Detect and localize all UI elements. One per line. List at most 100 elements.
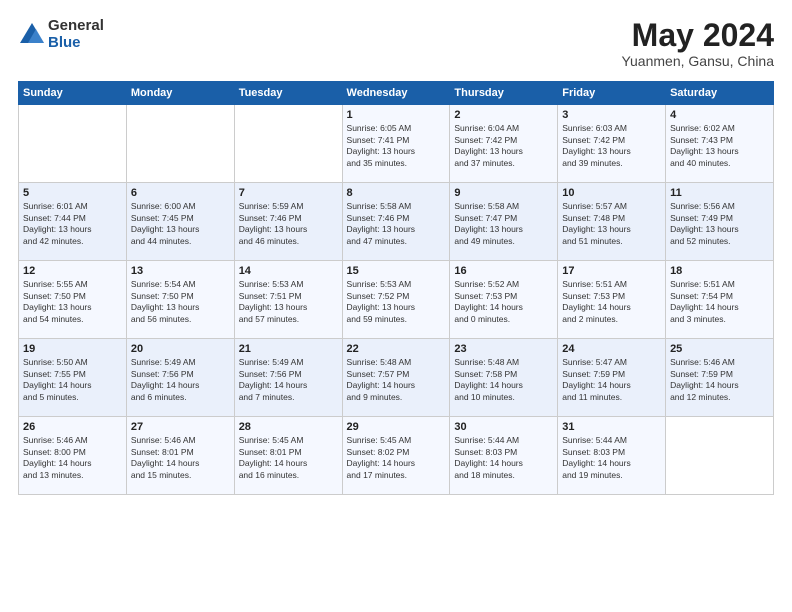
day-info: Sunrise: 5:48 AM Sunset: 7:58 PM Dayligh… <box>454 357 553 403</box>
col-wednesday: Wednesday <box>342 82 450 105</box>
col-tuesday: Tuesday <box>234 82 342 105</box>
day-number: 21 <box>239 343 338 355</box>
calendar-cell: 16 Sunrise: 5:52 AM Sunset: 7:53 PM Dayli… <box>450 261 558 339</box>
calendar-cell: 7 Sunrise: 5:59 AM Sunset: 7:46 PM Daylig… <box>234 183 342 261</box>
day-number: 31 <box>562 421 661 433</box>
calendar-cell: 27Sunrise: 5:46 AM Sunset: 8:01 PM Dayli… <box>126 417 234 495</box>
day-number: 24 <box>562 343 661 355</box>
calendar-week-4: 19 Sunrise: 5:50 AM Sunset: 7:55 PM Dayli… <box>19 339 774 417</box>
day-info: Sunrise: 5:44 AM Sunset: 8:03 PM Dayligh… <box>454 435 553 481</box>
day-number: 22 <box>347 343 446 355</box>
day-info: Sunrise: 5:57 AM Sunset: 7:48 PM Dayligh… <box>562 201 661 247</box>
day-number: 9 <box>454 187 553 199</box>
col-sunday: Sunday <box>19 82 127 105</box>
day-number: 17 <box>562 265 661 277</box>
day-info: Sunrise: 6:05 AM Sunset: 7:41 PM Dayligh… <box>347 123 446 169</box>
calendar-cell: 4 Sunrise: 6:02 AM Sunset: 7:43 PM Daylig… <box>666 105 774 183</box>
day-number: 16 <box>454 265 553 277</box>
day-number: 18 <box>670 265 769 277</box>
day-info: Sunrise: 5:58 AM Sunset: 7:47 PM Dayligh… <box>454 201 553 247</box>
day-number: 2 <box>454 109 553 121</box>
day-info: Sunrise: 5:58 AM Sunset: 7:46 PM Dayligh… <box>347 201 446 247</box>
day-number: 30 <box>454 421 553 433</box>
calendar-cell <box>666 417 774 495</box>
calendar-cell: 22 Sunrise: 5:48 AM Sunset: 7:57 PM Dayli… <box>342 339 450 417</box>
calendar-cell <box>126 105 234 183</box>
calendar-cell: 12 Sunrise: 5:55 AM Sunset: 7:50 PM Dayli… <box>19 261 127 339</box>
calendar-page: General Blue May 2024 Yuanmen, Gansu, Ch… <box>0 0 792 612</box>
col-monday: Monday <box>126 82 234 105</box>
calendar-cell <box>234 105 342 183</box>
day-info: Sunrise: 5:47 AM Sunset: 7:59 PM Dayligh… <box>562 357 661 403</box>
day-info: Sunrise: 5:46 AM Sunset: 8:00 PM Dayligh… <box>23 435 122 481</box>
calendar-subtitle: Yuanmen, Gansu, China <box>621 53 774 69</box>
col-friday: Friday <box>558 82 666 105</box>
calendar-title: May 2024 <box>621 18 774 53</box>
calendar-week-1: 1 Sunrise: 6:05 AM Sunset: 7:41 PM Daylig… <box>19 105 774 183</box>
calendar-cell: 5 Sunrise: 6:01 AM Sunset: 7:44 PM Daylig… <box>19 183 127 261</box>
day-info: Sunrise: 5:51 AM Sunset: 7:53 PM Dayligh… <box>562 279 661 325</box>
day-info: Sunrise: 5:59 AM Sunset: 7:46 PM Dayligh… <box>239 201 338 247</box>
day-info: Sunrise: 6:04 AM Sunset: 7:42 PM Dayligh… <box>454 123 553 169</box>
day-number: 20 <box>131 343 230 355</box>
day-info: Sunrise: 5:49 AM Sunset: 7:56 PM Dayligh… <box>131 357 230 403</box>
calendar-cell: 19 Sunrise: 5:50 AM Sunset: 7:55 PM Dayli… <box>19 339 127 417</box>
calendar-table: Sunday Monday Tuesday Wednesday Thursday… <box>18 81 774 495</box>
day-info: Sunrise: 5:48 AM Sunset: 7:57 PM Dayligh… <box>347 357 446 403</box>
day-info: Sunrise: 5:44 AM Sunset: 8:03 PM Dayligh… <box>562 435 661 481</box>
calendar-cell: 6Sunrise: 6:00 AM Sunset: 7:45 PM Daylig… <box>126 183 234 261</box>
day-number: 4 <box>670 109 769 121</box>
day-info: Sunrise: 5:45 AM Sunset: 8:01 PM Dayligh… <box>239 435 338 481</box>
day-number: 12 <box>23 265 122 277</box>
calendar-week-2: 5 Sunrise: 6:01 AM Sunset: 7:44 PM Daylig… <box>19 183 774 261</box>
calendar-cell: 26 Sunrise: 5:46 AM Sunset: 8:00 PM Dayli… <box>19 417 127 495</box>
day-info: Sunrise: 6:01 AM Sunset: 7:44 PM Dayligh… <box>23 201 122 247</box>
day-info: Sunrise: 5:50 AM Sunset: 7:55 PM Dayligh… <box>23 357 122 403</box>
calendar-cell: 20 Sunrise: 5:49 AM Sunset: 7:56 PM Dayli… <box>126 339 234 417</box>
header-row: Sunday Monday Tuesday Wednesday Thursday… <box>19 82 774 105</box>
calendar-cell: 17 Sunrise: 5:51 AM Sunset: 7:53 PM Dayli… <box>558 261 666 339</box>
calendar-cell: 10 Sunrise: 5:57 AM Sunset: 7:48 PM Dayli… <box>558 183 666 261</box>
day-number: 7 <box>239 187 338 199</box>
logo: General Blue <box>18 18 104 51</box>
header: General Blue May 2024 Yuanmen, Gansu, Ch… <box>18 18 774 69</box>
day-number: 25 <box>670 343 769 355</box>
day-info: Sunrise: 6:02 AM Sunset: 7:43 PM Dayligh… <box>670 123 769 169</box>
day-info: Sunrise: 5:55 AM Sunset: 7:50 PM Dayligh… <box>23 279 122 325</box>
calendar-week-5: 26 Sunrise: 5:46 AM Sunset: 8:00 PM Dayli… <box>19 417 774 495</box>
day-number: 19 <box>23 343 122 355</box>
day-info: Sunrise: 6:00 AM Sunset: 7:45 PM Dayligh… <box>131 201 230 247</box>
day-info: Sunrise: 5:46 AM Sunset: 7:59 PM Dayligh… <box>670 357 769 403</box>
calendar-cell: 15Sunrise: 5:53 AM Sunset: 7:52 PM Dayli… <box>342 261 450 339</box>
calendar-cell: 31 Sunrise: 5:44 AM Sunset: 8:03 PM Dayli… <box>558 417 666 495</box>
calendar-cell: 18Sunrise: 5:51 AM Sunset: 7:54 PM Dayli… <box>666 261 774 339</box>
calendar-cell: 14 Sunrise: 5:53 AM Sunset: 7:51 PM Dayli… <box>234 261 342 339</box>
logo-text: General Blue <box>48 18 104 51</box>
calendar-cell: 8 Sunrise: 5:58 AM Sunset: 7:46 PM Daylig… <box>342 183 450 261</box>
calendar-cell: 3Sunrise: 6:03 AM Sunset: 7:42 PM Daylig… <box>558 105 666 183</box>
day-info: Sunrise: 5:53 AM Sunset: 7:51 PM Dayligh… <box>239 279 338 325</box>
calendar-cell: 28Sunrise: 5:45 AM Sunset: 8:01 PM Dayli… <box>234 417 342 495</box>
day-info: Sunrise: 5:52 AM Sunset: 7:53 PM Dayligh… <box>454 279 553 325</box>
calendar-cell: 21 Sunrise: 5:49 AM Sunset: 7:56 PM Dayli… <box>234 339 342 417</box>
day-info: Sunrise: 6:03 AM Sunset: 7:42 PM Dayligh… <box>562 123 661 169</box>
day-number: 23 <box>454 343 553 355</box>
day-number: 8 <box>347 187 446 199</box>
day-number: 15 <box>347 265 446 277</box>
day-info: Sunrise: 5:45 AM Sunset: 8:02 PM Dayligh… <box>347 435 446 481</box>
calendar-cell: 29Sunrise: 5:45 AM Sunset: 8:02 PM Dayli… <box>342 417 450 495</box>
logo-icon <box>18 21 46 49</box>
calendar-cell <box>19 105 127 183</box>
day-number: 10 <box>562 187 661 199</box>
day-number: 1 <box>347 109 446 121</box>
day-number: 27 <box>131 421 230 433</box>
day-number: 13 <box>131 265 230 277</box>
day-info: Sunrise: 5:49 AM Sunset: 7:56 PM Dayligh… <box>239 357 338 403</box>
calendar-cell: 30 Sunrise: 5:44 AM Sunset: 8:03 PM Dayli… <box>450 417 558 495</box>
day-number: 11 <box>670 187 769 199</box>
day-number: 26 <box>23 421 122 433</box>
day-number: 14 <box>239 265 338 277</box>
calendar-cell: 2 Sunrise: 6:04 AM Sunset: 7:42 PM Daylig… <box>450 105 558 183</box>
day-number: 5 <box>23 187 122 199</box>
calendar-cell: 25 Sunrise: 5:46 AM Sunset: 7:59 PM Dayli… <box>666 339 774 417</box>
